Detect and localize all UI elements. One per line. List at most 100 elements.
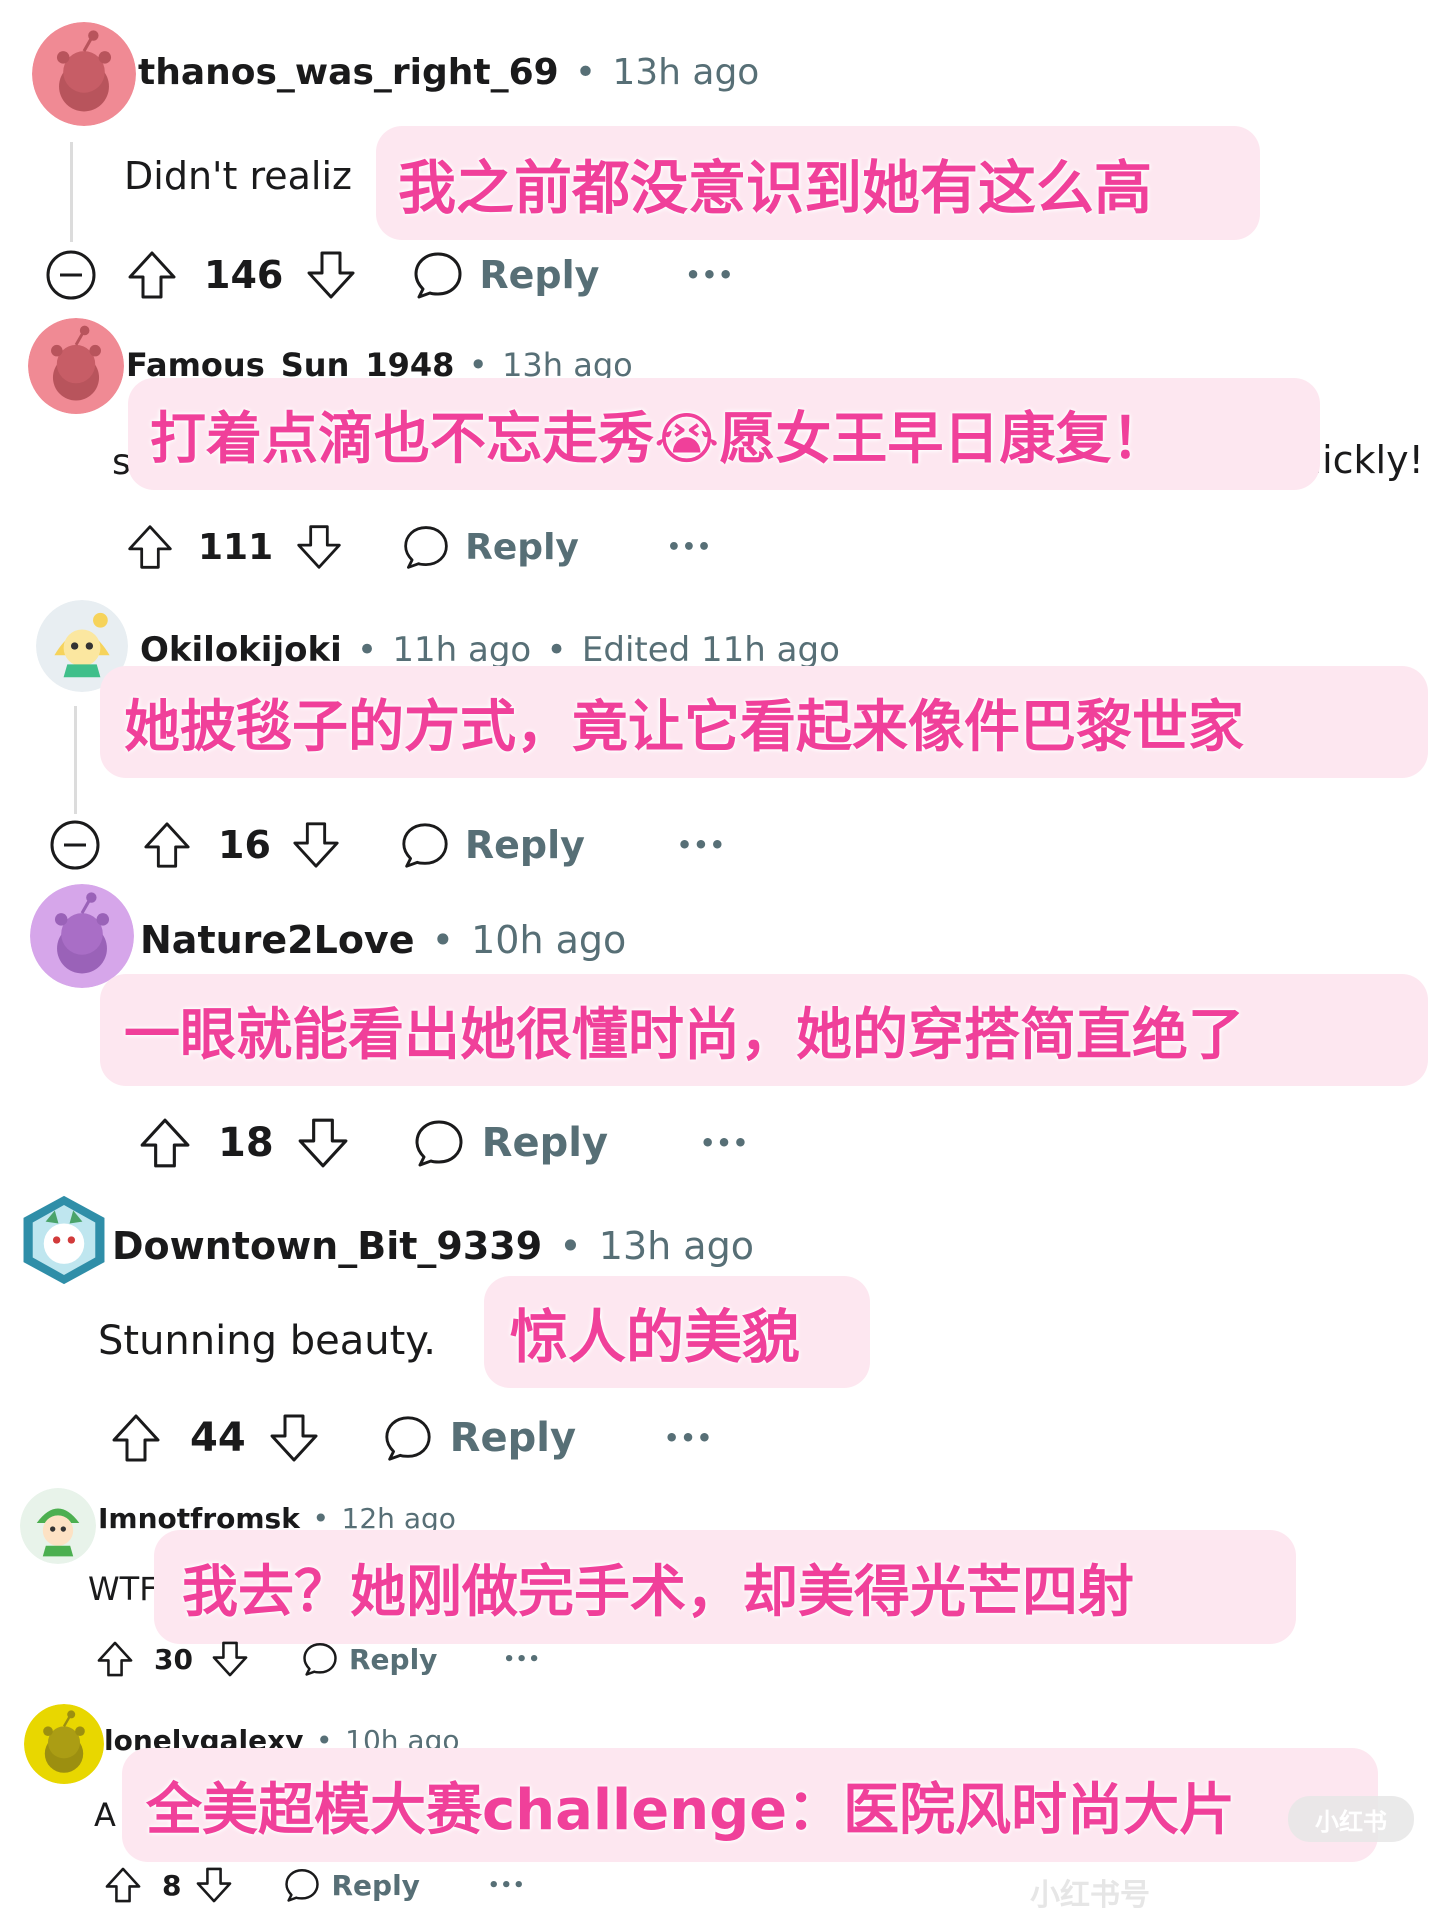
upvote-icon[interactable] xyxy=(126,249,178,301)
more-options-button[interactable]: ••• xyxy=(488,1875,526,1896)
comment-actions: 18 Reply ••• xyxy=(138,1116,749,1170)
comment-bubble-icon xyxy=(414,252,462,299)
separator-dot: • xyxy=(546,630,567,670)
timestamp: 10h ago xyxy=(471,918,627,962)
edited-label: Edited 11h ago xyxy=(581,630,840,670)
reply-button[interactable]: Reply xyxy=(382,1412,576,1464)
username[interactable]: Okilokijoki xyxy=(140,630,342,670)
comment-bubble-icon xyxy=(415,1120,463,1167)
upvote-icon[interactable] xyxy=(138,1116,192,1170)
upvote-icon[interactable] xyxy=(126,523,174,571)
translation-text: 全美超模大赛challenge：医院风时尚大片 xyxy=(146,1777,1236,1843)
translation-overlay: 我之前都没意识到她有这么高 xyxy=(376,126,1260,240)
thread-line[interactable] xyxy=(70,142,73,242)
avatar[interactable] xyxy=(24,1704,104,1784)
downvote-icon[interactable] xyxy=(291,820,341,870)
collapse-minus-icon[interactable] xyxy=(48,818,102,872)
upvote-icon[interactable] xyxy=(104,1866,142,1904)
reply-label: Reply xyxy=(481,1120,609,1166)
translation-text: 打着点滴也不忘走秀😭愿女王早日康复！ xyxy=(150,406,1168,472)
translation-text: 惊人的美貌 xyxy=(510,1303,801,1371)
translation-overlay: 惊人的美貌 xyxy=(484,1276,870,1388)
separator-dot: • xyxy=(431,918,454,962)
comment-actions: 8 Reply ••• xyxy=(104,1866,525,1904)
reply-label: Reply xyxy=(348,1642,438,1676)
downvote-icon[interactable] xyxy=(268,1412,320,1464)
more-options-button[interactable]: ••• xyxy=(685,261,734,289)
more-options-button[interactable]: ••• xyxy=(700,1129,749,1157)
avatar[interactable] xyxy=(28,318,124,414)
avatar[interactable] xyxy=(32,22,136,126)
translation-text: 我去？她刚做完手术，却美得光芒四射 xyxy=(182,1559,1134,1625)
username[interactable]: thanos_was_right_69 xyxy=(138,52,559,93)
reply-button[interactable]: Reply xyxy=(401,522,579,572)
separator-dot: • xyxy=(357,630,378,670)
downvote-icon[interactable] xyxy=(211,1640,249,1678)
separator-dot: • xyxy=(574,52,597,93)
username[interactable]: Nature2Love xyxy=(140,918,414,962)
collapse-minus-icon[interactable] xyxy=(44,248,98,302)
reply-label: Reply xyxy=(465,526,579,568)
vote-count: 44 xyxy=(190,1415,246,1461)
comment-body: WTF xyxy=(88,1570,154,1608)
comment-header: Downtown_Bit_9339 • 13h ago xyxy=(112,1224,754,1268)
comment-body: A xyxy=(94,1796,116,1834)
comment-header: Okilokijoki • 11h ago • Edited 11h ago xyxy=(140,630,840,670)
downvote-icon[interactable] xyxy=(195,1866,233,1904)
more-options-button[interactable]: ••• xyxy=(503,1649,541,1670)
translation-overlay: 全美超模大赛challenge：医院风时尚大片 xyxy=(122,1748,1378,1862)
cartoon-avatar-icon xyxy=(20,1488,96,1564)
translation-overlay: 我去？她刚做完手术，却美得光芒四射 xyxy=(154,1530,1296,1644)
snoo-avatar-icon xyxy=(28,318,124,414)
more-options-button[interactable]: ••• xyxy=(667,535,712,560)
avatar[interactable] xyxy=(30,884,134,988)
comment-body: Stunning beauty. xyxy=(98,1318,436,1364)
more-options-button[interactable]: ••• xyxy=(664,1424,713,1452)
snoo-avatar-icon xyxy=(30,884,134,988)
thread-line[interactable] xyxy=(74,706,77,814)
avatar[interactable] xyxy=(18,1190,110,1290)
translation-overlay: 一眼就能看出她很懂时尚，她的穿搭简直绝了 xyxy=(100,974,1428,1086)
comment-bubble-icon xyxy=(385,1416,431,1461)
reply-button[interactable]: Reply xyxy=(399,819,585,871)
timestamp: 11h ago xyxy=(392,630,532,670)
comment-actions: 111 Reply ••• xyxy=(126,522,712,572)
snoo-avatar-icon xyxy=(32,22,136,126)
watermark-text: 小红书号 xyxy=(1030,1878,1150,1913)
downvote-icon[interactable] xyxy=(296,1116,350,1170)
upvote-icon[interactable] xyxy=(142,820,192,870)
reply-label: Reply xyxy=(449,1415,577,1461)
translation-text: 她披毯子的方式，竟让它看起来像件巴黎世家 xyxy=(124,694,1244,760)
vote-count: 111 xyxy=(198,526,274,568)
comment-bubble-icon xyxy=(402,823,448,868)
translation-text: 一眼就能看出她很懂时尚，她的穿搭简直绝了 xyxy=(124,1002,1244,1068)
comment-header: Nature2Love • 10h ago xyxy=(140,918,626,962)
comment-actions: 146 Reply ••• xyxy=(44,248,734,302)
reply-button[interactable]: Reply xyxy=(301,1640,437,1678)
avatar[interactable] xyxy=(20,1488,96,1564)
timestamp: 13h ago xyxy=(598,1224,754,1268)
upvote-icon[interactable] xyxy=(96,1640,134,1678)
more-options-button[interactable]: ••• xyxy=(677,831,726,859)
dragon-avatar-icon xyxy=(23,1195,105,1285)
comment-bubble-icon xyxy=(404,526,448,569)
comment-actions: 30 Reply ••• xyxy=(96,1640,541,1678)
comment-actions: 16 Reply ••• xyxy=(48,818,726,872)
translation-text: 我之前都没意识到她有这么高 xyxy=(398,154,1153,222)
reply-button[interactable]: Reply xyxy=(412,1116,608,1170)
snoo-avatar-icon xyxy=(24,1704,104,1784)
vote-count: 30 xyxy=(154,1642,193,1676)
comment-actions: 44 Reply ••• xyxy=(110,1412,713,1464)
username[interactable]: Downtown_Bit_9339 xyxy=(112,1224,542,1268)
comment-bubble-icon xyxy=(303,1642,337,1676)
reply-button[interactable]: Reply xyxy=(411,248,599,302)
vote-count: 18 xyxy=(218,1120,274,1166)
downvote-icon[interactable] xyxy=(305,249,357,301)
upvote-icon[interactable] xyxy=(110,1412,162,1464)
translation-overlay: 打着点滴也不忘走秀😭愿女王早日康复！ xyxy=(128,378,1320,490)
downvote-icon[interactable] xyxy=(295,523,343,571)
reply-button[interactable]: Reply xyxy=(283,1866,420,1904)
reply-label: Reply xyxy=(331,1868,420,1902)
comment-bubble-icon xyxy=(285,1868,320,1902)
separator-dot: • xyxy=(559,1224,582,1268)
